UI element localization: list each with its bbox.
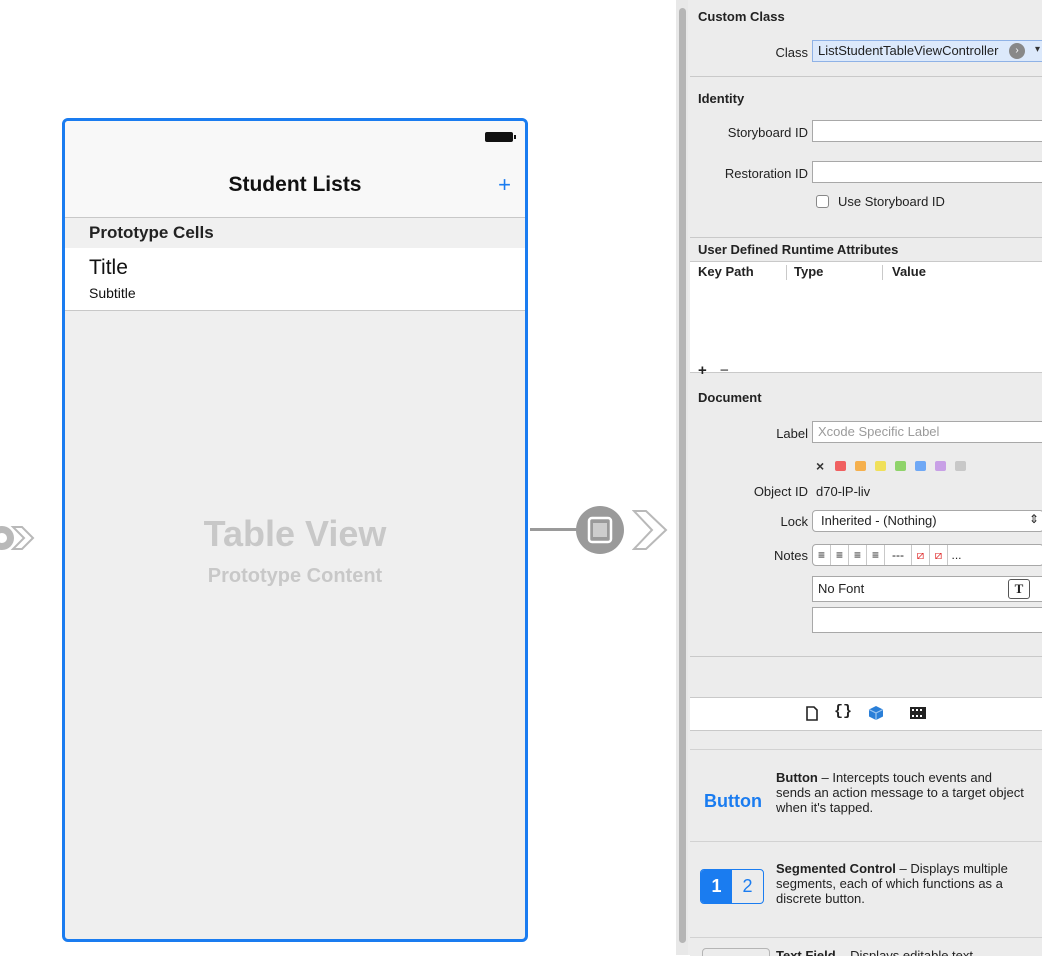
status-bar bbox=[65, 121, 525, 151]
class-label: Class bbox=[775, 45, 808, 60]
label-color-swatch-4[interactable] bbox=[895, 461, 906, 471]
align-justify-icon[interactable]: ≡ bbox=[867, 545, 885, 565]
column-header-value[interactable]: Value bbox=[892, 264, 926, 279]
segue-arrow-icon bbox=[632, 510, 668, 550]
class-combo-box[interactable]: ListStudentTableViewController › ▾ bbox=[812, 40, 1042, 62]
table-view-placeholder-title: Table View bbox=[203, 513, 387, 554]
segment-one: 1 bbox=[701, 870, 732, 903]
prototype-cell[interactable]: Title Subtitle bbox=[65, 248, 525, 311]
prototype-cells-header: Prototype Cells bbox=[65, 218, 525, 248]
add-attribute-button[interactable]: + bbox=[698, 362, 707, 379]
section-title: User Defined Runtime Attributes bbox=[698, 242, 899, 257]
scrollbar[interactable] bbox=[676, 0, 688, 955]
media-icon[interactable] bbox=[910, 707, 926, 719]
battery-icon bbox=[485, 132, 516, 142]
library-item-name: Button bbox=[776, 770, 818, 785]
storyboard-id-field[interactable] bbox=[812, 120, 1042, 142]
storyboard-canvas[interactable]: Student Lists + Prototype Cells Title Su… bbox=[0, 0, 676, 955]
use-storyboard-id-checkbox[interactable] bbox=[816, 195, 829, 208]
column-header-key-path[interactable]: Key Path bbox=[698, 264, 754, 279]
document-section: Document Label Xcode Specific Label × Ob… bbox=[690, 386, 1042, 657]
library-tab-bar[interactable]: {} bbox=[690, 698, 1042, 731]
library-item-segmented-control[interactable]: 1 2 Segmented Control – Displays multipl… bbox=[690, 841, 1042, 938]
xcode-label-field[interactable]: Xcode Specific Label bbox=[812, 421, 1042, 443]
remove-attribute-button[interactable]: − bbox=[720, 362, 729, 379]
scrollbar-thumb[interactable] bbox=[679, 8, 686, 943]
table-view-placeholder-subtitle: Prototype Content bbox=[207, 565, 383, 587]
runtime-attributes-section: User Defined Runtime Attributes Key Path… bbox=[690, 238, 1042, 386]
lock-label: Lock bbox=[780, 514, 808, 529]
identity-section: Identity Storyboard ID Restoration ID Us… bbox=[690, 77, 1042, 238]
column-header-type[interactable]: Type bbox=[794, 264, 823, 279]
inspector-spacer bbox=[690, 657, 1042, 698]
segue-icon[interactable] bbox=[575, 505, 625, 555]
object-id-label: Object ID bbox=[753, 484, 808, 499]
initial-scene-arrow-icon[interactable] bbox=[0, 513, 36, 563]
table-view-controller-scene[interactable]: Student Lists + Prototype Cells Title Su… bbox=[62, 118, 528, 942]
object-id-value: d70-lP-liv bbox=[816, 484, 871, 499]
library-item-text-field[interactable]: Text Field – Displays editable text. bbox=[690, 937, 1042, 956]
notes-label: Notes bbox=[774, 548, 808, 563]
column-separator bbox=[882, 265, 883, 280]
custom-class-section: Custom Class Class ListStudentTableViewC… bbox=[690, 0, 1042, 77]
popup-arrows-icon[interactable]: ⇕ bbox=[1029, 512, 1039, 526]
braces-icon[interactable]: {} bbox=[834, 703, 852, 720]
lock-popup[interactable]: Inherited - (Nothing) ⇕ bbox=[812, 510, 1042, 532]
file-icon[interactable] bbox=[806, 706, 818, 721]
library-item-description: Segmented Control – Displays multiple se… bbox=[776, 861, 1026, 906]
label-color-swatch-3[interactable] bbox=[875, 461, 886, 471]
lock-value[interactable]: Inherited - (Nothing) bbox=[821, 513, 937, 528]
go-to-class-icon[interactable]: › bbox=[1009, 43, 1025, 59]
label-color-swatch-2[interactable] bbox=[855, 461, 866, 471]
inspector-panel: Custom Class Class ListStudentTableViewC… bbox=[676, 0, 1042, 956]
clear-color-icon[interactable]: × bbox=[816, 458, 826, 474]
navigation-title[interactable]: Student Lists bbox=[65, 173, 525, 197]
restoration-id-label: Restoration ID bbox=[724, 166, 808, 181]
label-color-picker[interactable]: × bbox=[816, 458, 966, 474]
object-icon[interactable] bbox=[868, 705, 884, 721]
navigation-bar[interactable]: Student Lists + bbox=[65, 151, 525, 218]
label-color-swatch-6[interactable] bbox=[935, 461, 946, 471]
segue-line[interactable] bbox=[530, 528, 578, 531]
runtime-attributes-table[interactable]: Key Path Type Value bbox=[690, 261, 1042, 373]
library-item-name: Segmented Control bbox=[776, 861, 896, 876]
cell-subtitle-label[interactable]: Subtitle bbox=[89, 285, 136, 301]
font-value[interactable]: No Font bbox=[818, 581, 864, 596]
section-header-label: Prototype Cells bbox=[89, 223, 214, 242]
class-value[interactable]: ListStudentTableViewController bbox=[818, 43, 998, 58]
add-bar-button[interactable]: + bbox=[498, 174, 511, 196]
section-title: Document bbox=[698, 390, 762, 405]
section-title: Identity bbox=[698, 91, 745, 106]
clear-format-icon[interactable]: ⧄ bbox=[930, 545, 948, 565]
library-item-description: Button – Intercepts touch events and sen… bbox=[776, 770, 1026, 815]
label-color-swatch-5[interactable] bbox=[915, 461, 926, 471]
library-item-button[interactable]: Button Button – Intercepts touch events … bbox=[690, 749, 1042, 846]
label-color-swatch-7[interactable] bbox=[955, 461, 966, 471]
align-center-icon[interactable]: ≡ bbox=[831, 545, 849, 565]
strikethrough-icon[interactable]: ⧄ bbox=[912, 545, 930, 565]
more-icon[interactable]: ... bbox=[948, 545, 965, 565]
button-badge: Button bbox=[704, 791, 762, 811]
chevron-down-icon[interactable]: ▾ bbox=[1035, 44, 1040, 55]
cell-title-label[interactable]: Title bbox=[89, 256, 128, 280]
section-title: Custom Class bbox=[698, 9, 785, 24]
column-separator bbox=[786, 265, 787, 280]
font-picker-button[interactable]: T bbox=[1008, 579, 1030, 599]
label-color-swatch-1[interactable] bbox=[835, 461, 846, 471]
storyboard-id-label: Storyboard ID bbox=[727, 125, 808, 140]
align-left-icon[interactable]: ≡ bbox=[813, 545, 831, 565]
notes-format-bar[interactable]: ≡ ≡ ≡ ≡ --- ⧄ ⧄ ... bbox=[812, 544, 1042, 566]
notes-text-area[interactable] bbox=[812, 607, 1042, 633]
use-storyboard-id-label: Use Storyboard ID bbox=[838, 194, 945, 209]
line-spacing-icon[interactable]: --- bbox=[885, 545, 912, 565]
label-label: Label bbox=[776, 426, 808, 441]
segmented-control-badge: 1 2 bbox=[700, 869, 764, 904]
restoration-id-field[interactable] bbox=[812, 161, 1042, 183]
segment-two: 2 bbox=[742, 876, 753, 896]
align-right-icon[interactable]: ≡ bbox=[849, 545, 867, 565]
